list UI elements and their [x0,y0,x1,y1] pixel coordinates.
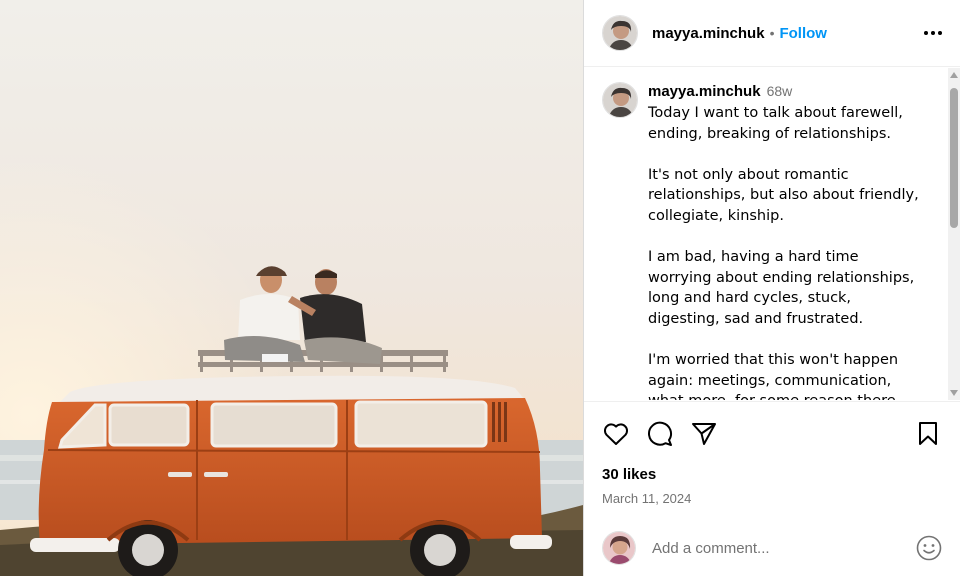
viewer-avatar [602,531,636,565]
add-comment-bar [584,520,960,576]
scrollbar-thumb[interactable] [950,88,958,228]
post-actions: 30 likes March 11, 2024 [584,401,960,506]
post-caption: mayya.minchuk 68w Today I want to talk ab… [584,68,960,400]
caption-time[interactable]: 68w [767,83,793,99]
post-image[interactable] [0,0,583,576]
comment-input[interactable] [652,539,916,557]
user-avatar-icon [603,16,637,50]
van-photo [0,0,583,576]
scroll-up-arrow-icon[interactable] [950,72,958,78]
separator-dot: • [769,25,775,41]
likes-count[interactable]: 30 likes [602,466,942,483]
user-avatar-icon [603,83,637,117]
bookmark-icon[interactable] [914,420,942,448]
post-date[interactable]: March 11, 2024 [602,491,942,506]
viewer-avatar-icon [603,532,635,564]
comment-icon[interactable] [646,420,674,448]
comments-scrollbar[interactable] [948,68,960,400]
post-details-panel: mayya.minchuk • Follow mayya.minchuk 68w … [583,0,960,576]
caption-text: Today I want to talk about farewell, end… [648,105,919,400]
caption-username[interactable]: mayya.minchuk [648,83,761,100]
comments-area[interactable]: mayya.minchuk 68w Today I want to talk ab… [584,68,960,400]
emoji-icon[interactable] [916,535,942,561]
heart-icon[interactable] [602,420,630,448]
more-icon[interactable] [924,25,942,41]
scroll-down-arrow-icon[interactable] [950,390,958,396]
author-avatar[interactable] [602,15,638,51]
caption-avatar[interactable] [602,82,638,118]
follow-button[interactable]: Follow [779,25,827,42]
share-icon[interactable] [690,420,718,448]
post-header: mayya.minchuk • Follow [584,0,960,67]
author-username[interactable]: mayya.minchuk [652,25,765,42]
